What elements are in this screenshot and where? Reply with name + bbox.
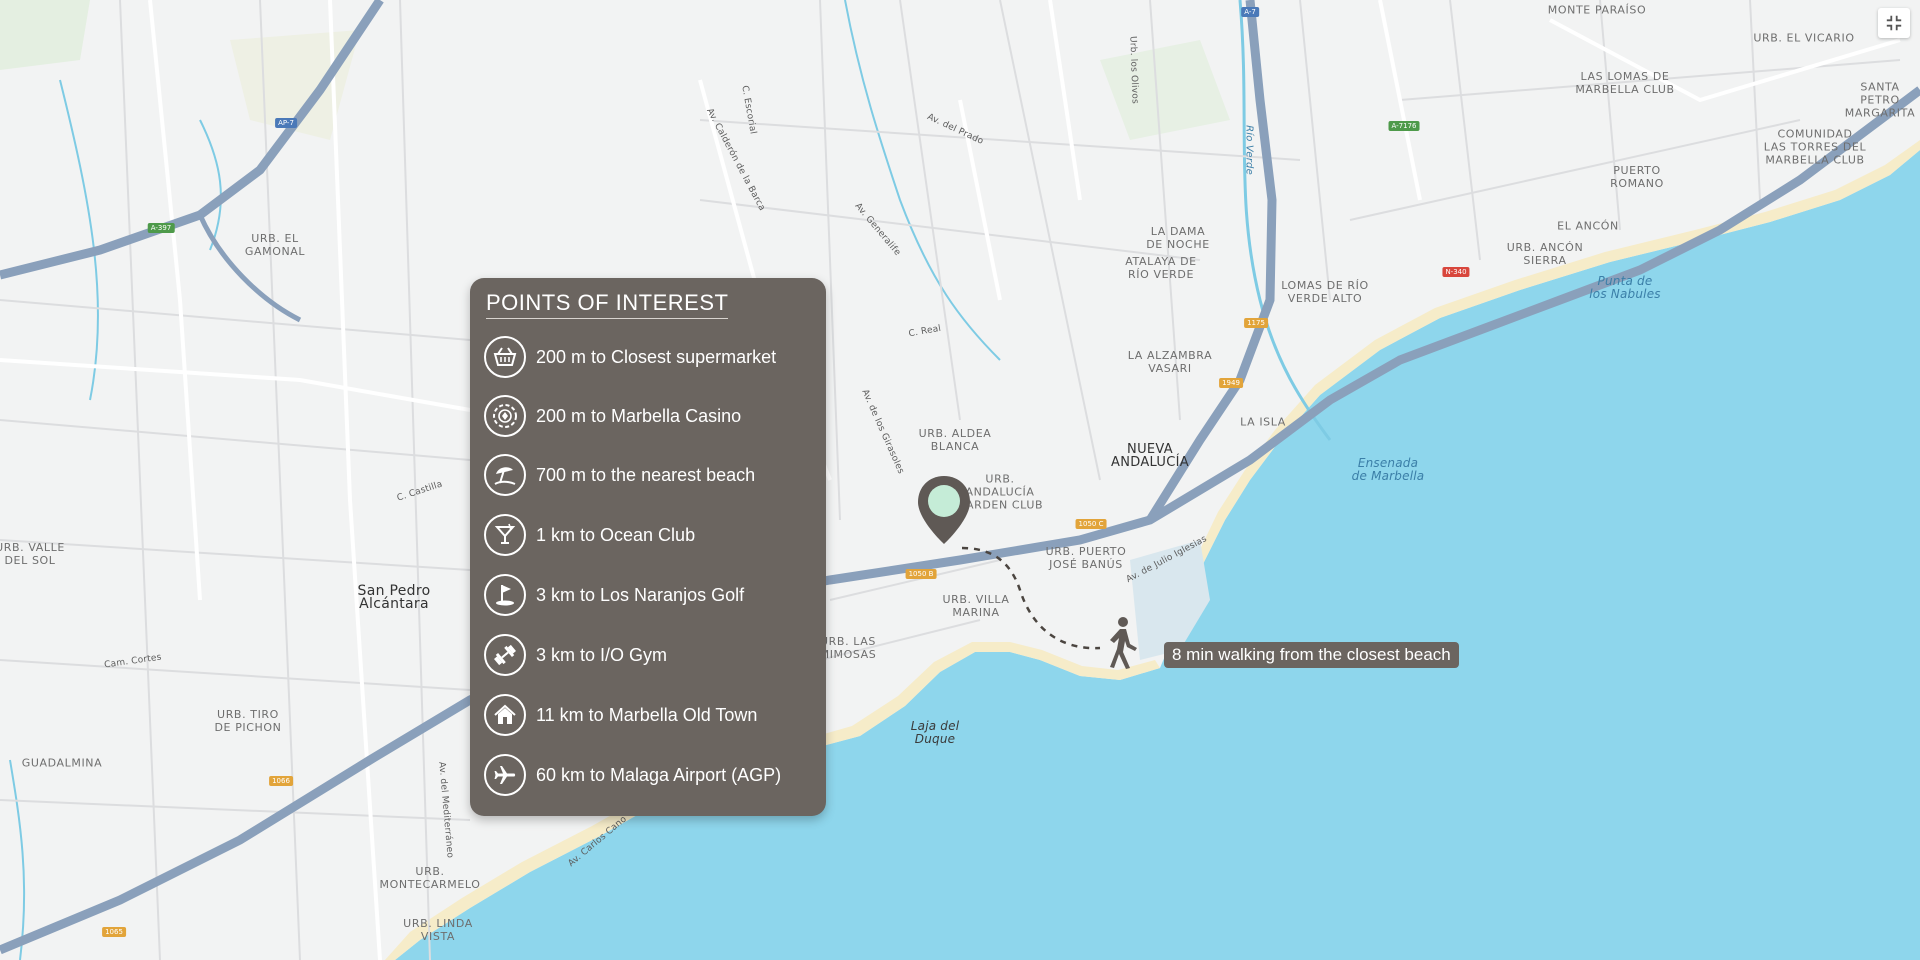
location-pin-icon[interactable]	[916, 474, 972, 546]
exit-fullscreen-icon	[1886, 15, 1902, 31]
casino-chip-icon	[484, 395, 526, 437]
poi-label: 11 km to Marbella Old Town	[536, 704, 758, 725]
poi-label: 1 km to Ocean Club	[536, 524, 696, 545]
poi-label: 700 m to the nearest beach	[536, 464, 756, 485]
poi-item-old-town[interactable]: 11 km to Marbella Old Town	[484, 692, 814, 738]
poi-label: 200 m to Marbella Casino	[536, 405, 742, 426]
dumbbell-icon	[484, 634, 526, 676]
cocktail-icon	[484, 514, 526, 556]
poi-label: 3 km to Los Naranjos Golf	[536, 584, 745, 605]
fullscreen-button[interactable]	[1878, 8, 1910, 38]
poi-label: 60 km to Malaga Airport (AGP)	[536, 764, 782, 785]
poi-item-beach[interactable]: 700 m to the nearest beach	[484, 452, 814, 498]
basket-icon	[484, 336, 526, 378]
panel-title: POINTS OF INTEREST	[486, 290, 729, 319]
points-of-interest-panel: POINTS OF INTEREST 200 m to Closest supe…	[470, 278, 826, 816]
poi-label: 200 m to Closest supermarket	[536, 346, 777, 367]
walking-time-label: 8 min walking from the closest beach	[1164, 642, 1459, 668]
poi-item-supermarket[interactable]: 200 m to Closest supermarket	[484, 334, 814, 380]
beach-umbrella-icon	[484, 454, 526, 496]
walking-person-icon	[1104, 616, 1142, 670]
poi-item-airport[interactable]: 60 km to Malaga Airport (AGP)	[484, 752, 814, 798]
poi-item-casino[interactable]: 200 m to Marbella Casino	[484, 393, 814, 439]
poi-item-gym[interactable]: 3 km to I/O Gym	[484, 632, 814, 678]
poi-item-golf[interactable]: 3 km to Los Naranjos Golf	[484, 572, 814, 618]
golf-flag-icon	[484, 574, 526, 616]
poi-item-ocean-club[interactable]: 1 km to Ocean Club	[484, 512, 814, 558]
poi-label: 3 km to I/O Gym	[536, 644, 668, 665]
home-icon	[484, 694, 526, 736]
airplane-icon	[484, 754, 526, 796]
